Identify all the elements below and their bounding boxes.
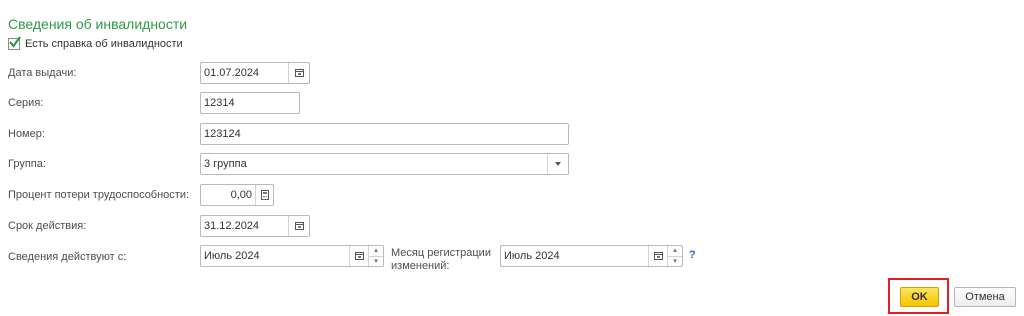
ok-button[interactable]: OK xyxy=(900,287,939,307)
calendar-icon xyxy=(653,252,663,260)
registration-month-label-line1: Месяц регистрации xyxy=(391,247,491,259)
series-value[interactable]: 12314 xyxy=(201,93,299,113)
calendar-button[interactable] xyxy=(288,63,309,83)
group-label: Группа: xyxy=(8,158,46,170)
stepper-up-icon[interactable]: ▴ xyxy=(668,246,682,256)
disability-percent-label: Процент потери трудоспособности: xyxy=(8,189,190,201)
registration-month-field[interactable]: Июль 2024 ▴ ▾ xyxy=(500,245,683,267)
number-field[interactable]: 123124 xyxy=(200,123,569,145)
month-stepper[interactable]: ▴ ▾ xyxy=(667,246,682,266)
calendar-icon xyxy=(294,222,304,230)
has-certificate-checkbox-row[interactable]: Есть справка об инвалидности xyxy=(8,36,183,50)
issue-date-label: Дата выдачи: xyxy=(8,67,77,79)
effective-from-label: Сведения действуют с: xyxy=(8,251,127,263)
series-field[interactable]: 12314 xyxy=(200,92,300,114)
registration-month-value[interactable]: Июль 2024 xyxy=(501,246,648,266)
valid-until-field[interactable]: 31.12.2024 xyxy=(200,215,310,237)
disability-percent-value[interactable]: 0,00 xyxy=(201,185,255,205)
calculator-icon xyxy=(260,190,269,200)
series-label: Серия: xyxy=(8,97,44,109)
stepper-down-icon[interactable]: ▾ xyxy=(668,255,682,267)
issue-date-field[interactable]: 01.07.2024 xyxy=(200,62,310,84)
issue-date-value[interactable]: 01.07.2024 xyxy=(201,63,288,83)
calculator-button[interactable] xyxy=(255,185,273,205)
registration-month-label-line2: изменений: xyxy=(391,260,450,272)
valid-until-value[interactable]: 31.12.2024 xyxy=(201,216,288,236)
group-select[interactable]: 3 группа xyxy=(200,153,569,175)
chevron-down-icon xyxy=(555,162,561,166)
section-title: Сведения об инвалидности xyxy=(8,16,188,32)
group-value[interactable]: 3 группа xyxy=(201,154,547,174)
number-value[interactable]: 123124 xyxy=(201,124,568,144)
stepper-up-icon[interactable]: ▴ xyxy=(369,246,383,256)
group-dropdown-button[interactable] xyxy=(547,154,568,174)
number-label: Номер: xyxy=(8,128,45,140)
cancel-button[interactable]: Отмена xyxy=(954,287,1016,307)
month-stepper[interactable]: ▴ ▾ xyxy=(368,246,383,266)
help-icon[interactable]: ? xyxy=(689,249,696,261)
calendar-button[interactable] xyxy=(349,246,368,266)
calendar-icon xyxy=(294,69,304,77)
calendar-icon xyxy=(354,252,364,260)
stepper-down-icon[interactable]: ▾ xyxy=(369,255,383,267)
calendar-button[interactable] xyxy=(648,246,667,266)
calendar-button[interactable] xyxy=(288,216,309,236)
has-certificate-checkbox[interactable] xyxy=(8,36,21,50)
disability-percent-field[interactable]: 0,00 xyxy=(200,184,274,206)
valid-until-label: Срок действия: xyxy=(8,220,87,232)
effective-from-field[interactable]: Июль 2024 ▴ ▾ xyxy=(200,245,384,267)
has-certificate-label: Есть справка об инвалидности xyxy=(25,38,183,50)
effective-from-value[interactable]: Июль 2024 xyxy=(201,246,349,266)
registration-month-label: Месяц регистрации изменений: xyxy=(391,247,491,273)
checkmark-icon xyxy=(9,36,21,48)
